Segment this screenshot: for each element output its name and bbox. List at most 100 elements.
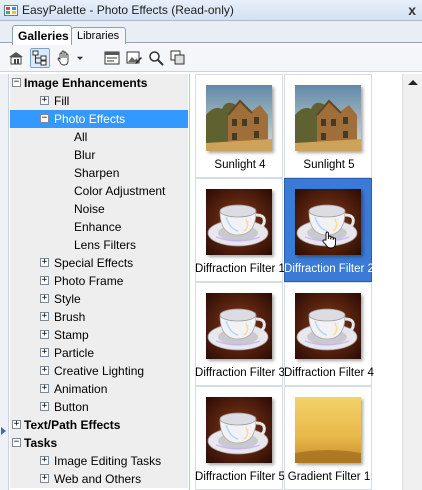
gallery-item[interactable]: Diffraction Filter 1 xyxy=(195,178,285,282)
panel-splitter[interactable] xyxy=(0,74,9,490)
gallery-caption: Diffraction Filter 1 xyxy=(195,263,285,275)
gallery-thumbnail xyxy=(295,85,361,151)
tree-item[interactable]: + Photo Frame xyxy=(10,272,188,290)
expand-icon[interactable]: + xyxy=(40,294,49,303)
gallery-thumbnail xyxy=(206,85,272,151)
tree-item-label: Special Effects xyxy=(54,256,134,270)
search-button[interactable] xyxy=(146,48,166,68)
tree-item-label: Fill xyxy=(54,94,70,108)
tree-item-label: Image Editing Tasks xyxy=(54,454,162,468)
dropdown-arrow-icon xyxy=(76,56,84,60)
tree-item[interactable]: Blur xyxy=(10,146,188,164)
tree-item[interactable]: + Brush xyxy=(10,308,188,326)
tree-item-label: Tasks xyxy=(24,436,58,450)
tree-item[interactable]: − Photo Effects xyxy=(10,110,188,128)
tree-item-label: Enhance xyxy=(74,220,122,234)
expand-icon[interactable]: + xyxy=(40,348,49,357)
gallery-caption: Diffraction Filter 2 xyxy=(284,263,374,275)
hand-tool-icon xyxy=(57,50,69,66)
tree-view-button[interactable] xyxy=(30,48,50,68)
expand-arrow-icon[interactable] xyxy=(1,427,6,435)
gallery-caption: Diffraction Filter 4 xyxy=(284,367,374,379)
tree-item-label: Noise xyxy=(74,202,105,216)
tree-item[interactable]: Enhance xyxy=(10,218,188,236)
collapse-icon[interactable]: − xyxy=(40,114,49,123)
tree-item-label: Button xyxy=(54,400,89,414)
expand-icon[interactable]: + xyxy=(12,420,21,429)
close-button[interactable]: x xyxy=(408,2,416,18)
tree-item[interactable]: + Button xyxy=(10,398,188,416)
home-button[interactable] xyxy=(6,48,26,68)
tree-item-label: Photo Frame xyxy=(54,274,124,288)
hand-tool-button[interactable] xyxy=(54,48,74,68)
tree-item[interactable]: All xyxy=(10,128,188,146)
tree-item[interactable]: + Stamp xyxy=(10,326,188,344)
expand-icon[interactable]: + xyxy=(40,330,49,339)
tree-item[interactable]: + Creative Lighting xyxy=(10,362,188,380)
expand-icon[interactable]: + xyxy=(40,96,49,105)
tree-item-label: Stamp xyxy=(54,328,89,342)
tree-item-label: Sharpen xyxy=(74,166,120,180)
copy-button[interactable] xyxy=(168,48,188,68)
collapse-icon[interactable]: − xyxy=(12,78,21,87)
tree-item[interactable]: − Image Enhancements xyxy=(10,74,188,92)
tree-item-label: Animation xyxy=(54,382,108,396)
tree-item[interactable]: − Tasks xyxy=(10,434,188,452)
tree-view-icon xyxy=(32,50,47,66)
tree-item[interactable]: + Special Effects xyxy=(10,254,188,272)
tab-galleries[interactable]: Galleries xyxy=(12,25,72,45)
tree-item-label: Brush xyxy=(54,310,86,324)
copy-icon xyxy=(170,50,185,65)
tree-item[interactable]: + Text/Path Effects xyxy=(10,416,188,434)
tree-item[interactable]: + Web and Others xyxy=(10,470,188,488)
tree-item-label: Creative Lighting xyxy=(54,364,145,378)
search-icon xyxy=(149,51,164,66)
tree-item[interactable]: + Style xyxy=(10,290,188,308)
tree-item-label: Particle xyxy=(54,346,95,360)
gallery-item[interactable]: Diffraction Filter 2 xyxy=(284,178,374,282)
expand-icon[interactable]: + xyxy=(40,402,49,411)
expand-icon[interactable]: + xyxy=(40,456,49,465)
tree-item-label: All xyxy=(74,130,88,144)
gallery-item[interactable]: Gradient Filter 1 xyxy=(284,386,372,490)
tree-item[interactable]: + Image Editing Tasks xyxy=(10,452,188,470)
gallery-thumbnail xyxy=(295,397,361,463)
gallery-item[interactable]: Diffraction Filter 3 xyxy=(195,282,285,386)
collapse-icon[interactable]: − xyxy=(12,438,21,447)
title-bar: EasyPalette - Photo Effects (Read-only) … xyxy=(0,0,422,21)
tree-item[interactable]: Color Adjustment xyxy=(10,182,188,200)
gallery-item[interactable]: Sunlight 5 xyxy=(284,74,372,178)
home-icon xyxy=(9,52,23,65)
tab-libraries[interactable]: Libraries xyxy=(71,27,126,44)
scroll-up-icon[interactable] xyxy=(408,80,418,85)
gallery-item[interactable]: Diffraction Filter 4 xyxy=(284,282,374,386)
vertical-scrollbar[interactable] xyxy=(402,74,422,490)
tree-item-label: Lens Filters xyxy=(74,238,137,252)
expand-icon[interactable]: + xyxy=(40,384,49,393)
tree-item-label: Text/Path Effects xyxy=(24,418,121,432)
properties-button[interactable] xyxy=(102,48,122,68)
tree-item[interactable]: Sharpen xyxy=(10,164,188,182)
tree-item[interactable]: + Animation xyxy=(10,380,188,398)
gallery-caption: Gradient Filter 1 xyxy=(287,471,371,483)
hand-tool-dropdown[interactable] xyxy=(74,48,86,68)
tree-item-label: Image Enhancements xyxy=(24,76,148,90)
toolbar xyxy=(0,44,422,72)
gallery-item[interactable]: Sunlight 4 xyxy=(195,74,283,178)
expand-icon[interactable]: + xyxy=(40,474,49,483)
tree-item[interactable]: Lens Filters xyxy=(10,236,188,254)
gallery-item[interactable]: Diffraction Filter 5 xyxy=(195,386,285,490)
expand-icon[interactable]: + xyxy=(40,258,49,267)
gallery-caption: Diffraction Filter 5 xyxy=(195,471,285,483)
expand-icon[interactable]: + xyxy=(40,312,49,321)
properties-icon xyxy=(104,51,120,65)
image-edit-icon xyxy=(126,51,142,64)
image-edit-button[interactable] xyxy=(124,48,144,68)
tree-item[interactable]: + Particle xyxy=(10,344,188,362)
tab-strip: Galleries Libraries xyxy=(0,21,422,45)
tree-item[interactable]: + Fill xyxy=(10,92,188,110)
expand-icon[interactable]: + xyxy=(40,276,49,285)
gallery-thumbnail xyxy=(206,397,272,463)
expand-icon[interactable]: + xyxy=(40,366,49,375)
tree-item[interactable]: Noise xyxy=(10,200,188,218)
